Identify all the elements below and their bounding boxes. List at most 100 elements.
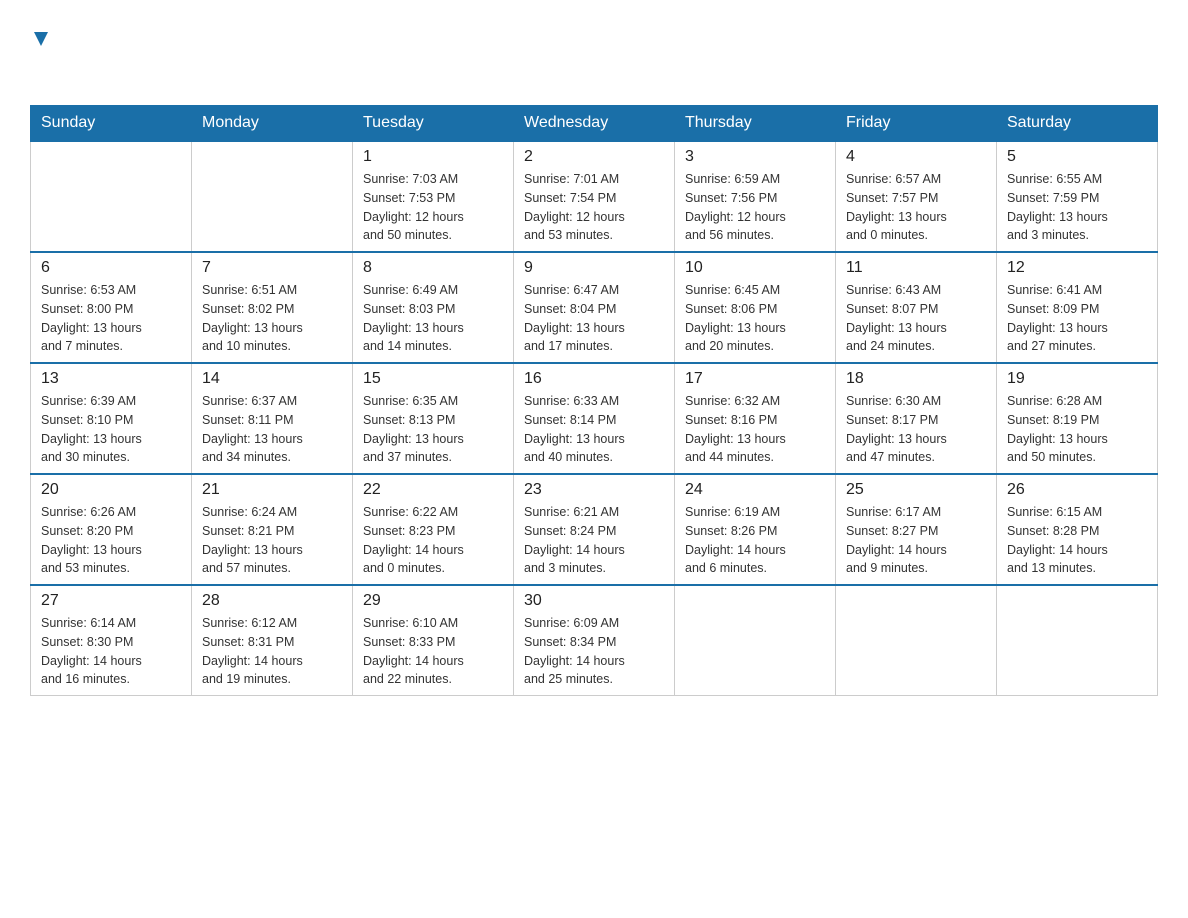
calendar-cell: 7 Sunrise: 6:51 AMSunset: 8:02 PMDaylight… <box>192 252 353 363</box>
day-number: 9 <box>524 259 664 277</box>
calendar-week-4: 20Sunrise: 6:26 AMSunset: 8:20 PMDayligh… <box>31 474 1158 585</box>
day-number: 20 <box>41 481 181 499</box>
calendar-cell: 28Sunrise: 6:12 AMSunset: 8:31 PMDayligh… <box>192 585 353 696</box>
calendar-table: SundayMondayTuesdayWednesdayThursdayFrid… <box>30 105 1158 696</box>
calendar-week-3: 13 Sunrise: 6:39 AMSunset: 8:10 PMDayligh… <box>31 363 1158 474</box>
day-info: Sunrise: 6:49 AMSunset: 8:03 PMDaylight:… <box>363 281 503 356</box>
day-info: Sunrise: 6:09 AMSunset: 8:34 PMDaylight:… <box>524 614 664 689</box>
calendar-cell: 20Sunrise: 6:26 AMSunset: 8:20 PMDayligh… <box>31 474 192 585</box>
day-number: 11 <box>846 259 986 277</box>
calendar-cell: 10 Sunrise: 6:45 AMSunset: 8:06 PMDayligh… <box>675 252 836 363</box>
day-number: 1 <box>363 148 503 166</box>
day-info: Sunrise: 6:19 AMSunset: 8:26 PMDaylight:… <box>685 503 825 578</box>
calendar-cell: 4 Sunrise: 6:57 AMSunset: 7:57 PMDaylight… <box>836 141 997 252</box>
day-number: 26 <box>1007 481 1147 499</box>
calendar-cell: 1Sunrise: 7:03 AMSunset: 7:53 PMDaylight… <box>353 141 514 252</box>
day-number: 21 <box>202 481 342 499</box>
calendar-cell <box>192 141 353 252</box>
calendar-col-wednesday: Wednesday <box>514 106 675 142</box>
day-info: Sunrise: 6:35 AMSunset: 8:13 PMDaylight:… <box>363 392 503 467</box>
calendar-col-sunday: Sunday <box>31 106 192 142</box>
day-number: 10 <box>685 259 825 277</box>
calendar-week-2: 6 Sunrise: 6:53 AMSunset: 8:00 PMDaylight… <box>31 252 1158 363</box>
day-number: 24 <box>685 481 825 499</box>
day-number: 4 <box>846 148 986 166</box>
day-info: Sunrise: 6:22 AMSunset: 8:23 PMDaylight:… <box>363 503 503 578</box>
day-number: 15 <box>363 370 503 388</box>
day-info: Sunrise: 6:55 AMSunset: 7:59 PMDaylight:… <box>1007 170 1147 245</box>
day-number: 23 <box>524 481 664 499</box>
calendar-cell: 17 Sunrise: 6:32 AMSunset: 8:16 PMDayligh… <box>675 363 836 474</box>
logo-arrow-icon <box>30 28 52 50</box>
day-info: Sunrise: 6:45 AMSunset: 8:06 PMDaylight:… <box>685 281 825 356</box>
day-number: 8 <box>363 259 503 277</box>
calendar-header: SundayMondayTuesdayWednesdayThursdayFrid… <box>31 106 1158 142</box>
calendar-cell: 18 Sunrise: 6:30 AMSunset: 8:17 PMDayligh… <box>836 363 997 474</box>
day-number: 14 <box>202 370 342 388</box>
day-info: Sunrise: 6:53 AMSunset: 8:00 PMDaylight:… <box>41 281 181 356</box>
day-info: Sunrise: 6:15 AMSunset: 8:28 PMDaylight:… <box>1007 503 1147 578</box>
calendar-header-row: SundayMondayTuesdayWednesdayThursdayFrid… <box>31 106 1158 142</box>
day-number: 12 <box>1007 259 1147 277</box>
calendar-body: 1Sunrise: 7:03 AMSunset: 7:53 PMDaylight… <box>31 141 1158 696</box>
calendar-cell <box>675 585 836 696</box>
calendar-cell: 24 Sunrise: 6:19 AMSunset: 8:26 PMDayligh… <box>675 474 836 585</box>
day-info: Sunrise: 6:24 AMSunset: 8:21 PMDaylight:… <box>202 503 342 578</box>
day-info: Sunrise: 6:32 AMSunset: 8:16 PMDaylight:… <box>685 392 825 467</box>
calendar-col-tuesday: Tuesday <box>353 106 514 142</box>
day-info: Sunrise: 6:47 AMSunset: 8:04 PMDaylight:… <box>524 281 664 356</box>
day-info: Sunrise: 6:30 AMSunset: 8:17 PMDaylight:… <box>846 392 986 467</box>
calendar-week-1: 1Sunrise: 7:03 AMSunset: 7:53 PMDaylight… <box>31 141 1158 252</box>
day-info: Sunrise: 6:51 AMSunset: 8:02 PMDaylight:… <box>202 281 342 356</box>
day-info: Sunrise: 6:10 AMSunset: 8:33 PMDaylight:… <box>363 614 503 689</box>
day-info: Sunrise: 6:21 AMSunset: 8:24 PMDaylight:… <box>524 503 664 578</box>
day-number: 25 <box>846 481 986 499</box>
day-number: 29 <box>363 592 503 610</box>
calendar-cell <box>31 141 192 252</box>
day-number: 27 <box>41 592 181 610</box>
day-info: Sunrise: 6:14 AMSunset: 8:30 PMDaylight:… <box>41 614 181 689</box>
day-number: 7 <box>202 259 342 277</box>
calendar-col-saturday: Saturday <box>997 106 1158 142</box>
calendar-col-monday: Monday <box>192 106 353 142</box>
day-number: 18 <box>846 370 986 388</box>
calendar-cell: 26 Sunrise: 6:15 AMSunset: 8:28 PMDayligh… <box>997 474 1158 585</box>
day-number: 17 <box>685 370 825 388</box>
day-info: Sunrise: 6:17 AMSunset: 8:27 PMDaylight:… <box>846 503 986 578</box>
calendar-cell: 19 Sunrise: 6:28 AMSunset: 8:19 PMDayligh… <box>997 363 1158 474</box>
day-number: 16 <box>524 370 664 388</box>
calendar-cell: 23 Sunrise: 6:21 AMSunset: 8:24 PMDayligh… <box>514 474 675 585</box>
day-info: Sunrise: 6:33 AMSunset: 8:14 PMDaylight:… <box>524 392 664 467</box>
day-info: Sunrise: 6:28 AMSunset: 8:19 PMDaylight:… <box>1007 392 1147 467</box>
calendar-cell: 5 Sunrise: 6:55 AMSunset: 7:59 PMDaylight… <box>997 141 1158 252</box>
calendar-cell: 3Sunrise: 6:59 AMSunset: 7:56 PMDaylight… <box>675 141 836 252</box>
day-number: 3 <box>685 148 825 166</box>
day-number: 13 <box>41 370 181 388</box>
page-header <box>30 30 1158 85</box>
day-info: Sunrise: 6:43 AMSunset: 8:07 PMDaylight:… <box>846 281 986 356</box>
calendar-cell: 11 Sunrise: 6:43 AMSunset: 8:07 PMDayligh… <box>836 252 997 363</box>
calendar-cell <box>997 585 1158 696</box>
calendar-cell: 21 Sunrise: 6:24 AMSunset: 8:21 PMDayligh… <box>192 474 353 585</box>
calendar-cell: 29 Sunrise: 6:10 AMSunset: 8:33 PMDayligh… <box>353 585 514 696</box>
logo <box>30 30 52 85</box>
day-number: 30 <box>524 592 664 610</box>
day-info: Sunrise: 6:57 AMSunset: 7:57 PMDaylight:… <box>846 170 986 245</box>
calendar-cell: 6 Sunrise: 6:53 AMSunset: 8:00 PMDaylight… <box>31 252 192 363</box>
day-number: 2 <box>524 148 664 166</box>
day-number: 22 <box>363 481 503 499</box>
day-number: 19 <box>1007 370 1147 388</box>
calendar-cell: 9 Sunrise: 6:47 AMSunset: 8:04 PMDaylight… <box>514 252 675 363</box>
calendar-cell <box>836 585 997 696</box>
day-number: 5 <box>1007 148 1147 166</box>
day-info: Sunrise: 6:37 AMSunset: 8:11 PMDaylight:… <box>202 392 342 467</box>
calendar-cell: 15 Sunrise: 6:35 AMSunset: 8:13 PMDayligh… <box>353 363 514 474</box>
calendar-week-5: 27 Sunrise: 6:14 AMSunset: 8:30 PMDayligh… <box>31 585 1158 696</box>
day-number: 28 <box>202 592 342 610</box>
calendar-cell: 13 Sunrise: 6:39 AMSunset: 8:10 PMDayligh… <box>31 363 192 474</box>
calendar-cell: 22 Sunrise: 6:22 AMSunset: 8:23 PMDayligh… <box>353 474 514 585</box>
calendar-cell: 27 Sunrise: 6:14 AMSunset: 8:30 PMDayligh… <box>31 585 192 696</box>
day-info: Sunrise: 7:01 AMSunset: 7:54 PMDaylight:… <box>524 170 664 245</box>
day-number: 6 <box>41 259 181 277</box>
day-info: Sunrise: 6:39 AMSunset: 8:10 PMDaylight:… <box>41 392 181 467</box>
